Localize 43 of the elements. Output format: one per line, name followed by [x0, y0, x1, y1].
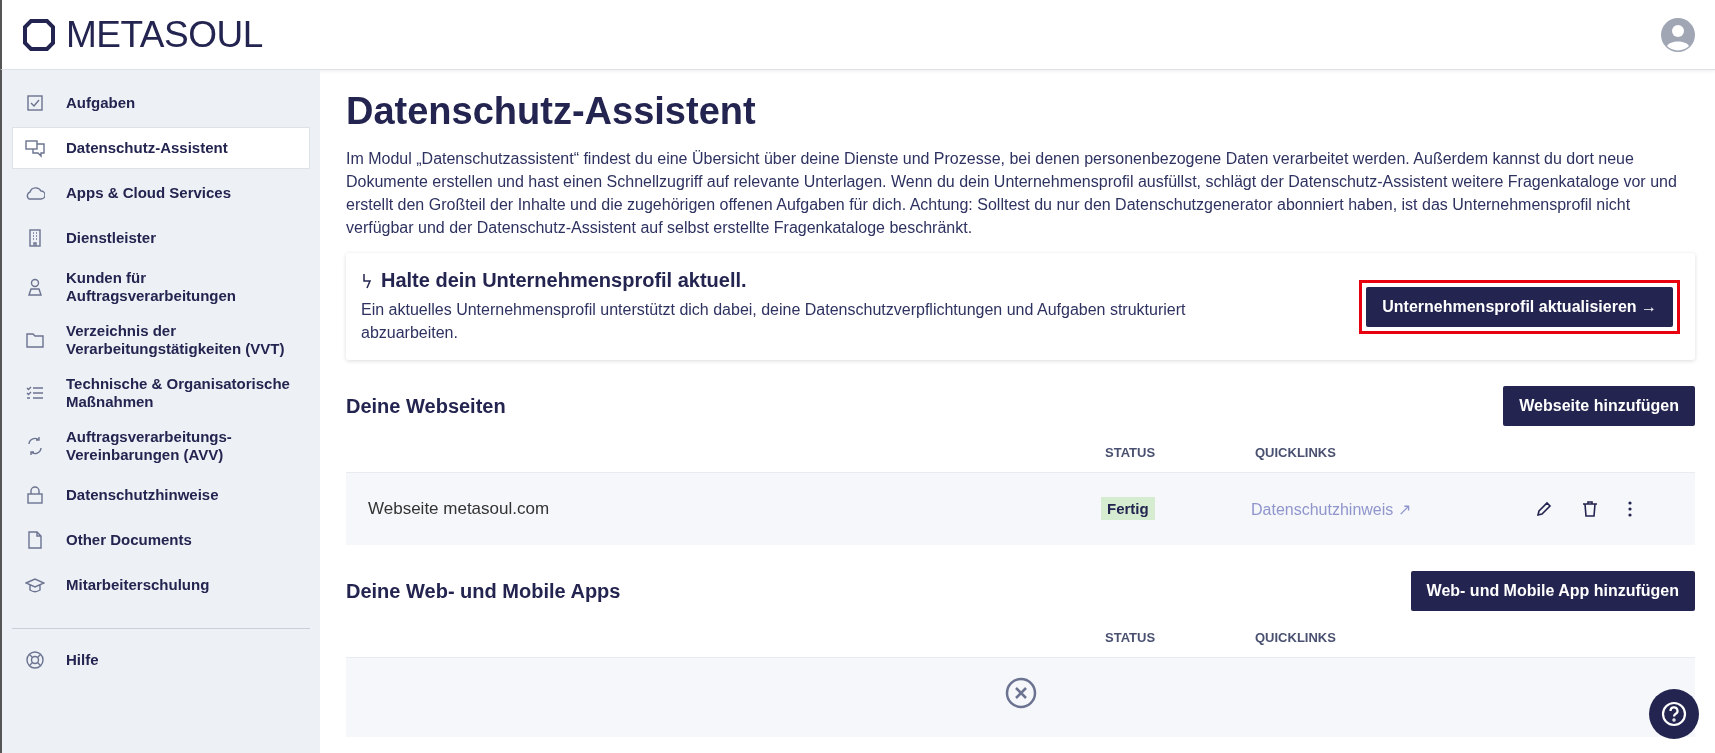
- sidebar-item[interactable]: Apps & Cloud Services: [12, 172, 310, 214]
- sidebar-item[interactable]: Datenschutzhinweise: [12, 474, 310, 516]
- more-icon[interactable]: [1627, 500, 1633, 518]
- delete-icon[interactable]: [1581, 500, 1599, 518]
- page-title: Datenschutz-Assistent: [346, 90, 757, 133]
- sidebar-item[interactable]: Technische & Organisatorische Maßnahmen: [12, 368, 310, 418]
- column-header: QUICKLINKS: [1255, 444, 1337, 460]
- intro-text: Im Modul „Datenschutzassistent“ findest du eine Übersicht über deine Dienste und Prozesse, bei denen personenbezogene Daten verarbeitet werden. Außerdem kannst du dort neue Dokumente erstellen und hast einen Schnellzugriff auf relevante Unterlagen. Wenn du dein Unternehmensprofil ausfüllst, schlägt der Datenschutz-Assistent weitere Fragenkataloge vor und erstellt den Großteil der Inhalte und die zugehörigen offenen Aufgaben für dich. Achtung: Solltest du nur den Datenschutzgenerator abonniert haben, ist das Unternehmensprofil nicht verfügbar und der Datenschutz-Assistent auf selbst erstellte Fragenkataloge beschränkt.: [346, 149, 1678, 238]
- add-button[interactable]: Webseite hinzufügen: [1503, 386, 1695, 426]
- column-header: STATUS: [1105, 629, 1157, 645]
- update-profile-button[interactable]: Unternehmensprofil aktualisieren →: [1366, 286, 1673, 327]
- section-title: Deine Webseiten: [346, 394, 506, 418]
- sidebar-item[interactable]: Verzeichnis der Verarbeitungstätigkeiten (VVT): [12, 315, 310, 365]
- document-icon: [25, 530, 45, 550]
- question-icon: [1661, 701, 1687, 727]
- help-item[interactable]: Hilfe: [12, 639, 310, 681]
- folder-icon: [25, 330, 45, 350]
- person-icon: [25, 277, 45, 297]
- lifebuoy-icon: [25, 650, 45, 670]
- logo-icon: [22, 17, 56, 52]
- notice-title: Halte dein Unternehmensprofil aktuell.: [381, 269, 747, 292]
- lock-icon: [25, 485, 45, 505]
- close-circle-icon: [1003, 676, 1038, 710]
- sidebar-item[interactable]: Other Documents: [12, 519, 310, 561]
- sidebar-item[interactable]: Datenschutz-Assistent: [12, 127, 310, 169]
- column-header: QUICKLINKS: [1255, 629, 1337, 645]
- graduation-cap-icon: [25, 575, 45, 595]
- sidebar-item[interactable]: Kunden für Auftragsverarbeitungen: [12, 262, 310, 312]
- status-tag: Fertig: [1101, 497, 1155, 520]
- table-cell-text: Webseite metasoul.com: [368, 499, 551, 519]
- sidebar-item[interactable]: Dienstleister: [12, 217, 310, 259]
- logo-text: METASOUL: [66, 13, 263, 56]
- sidebar-item[interactable]: Mitarbeiterschulung: [12, 564, 310, 606]
- sidebar-item[interactable]: Auftragsverarbeitungs-Vereinbarungen (AVV): [12, 421, 310, 471]
- chat-icon: [25, 138, 45, 158]
- section-title: Deine Web- und Mobile Apps: [346, 579, 621, 603]
- cycle-icon: [25, 436, 45, 456]
- edit-icon[interactable]: [1535, 500, 1553, 518]
- add-button[interactable]: Web- und Mobile App hinzufügen: [1410, 571, 1695, 611]
- sidebar-item[interactable]: Aufgaben: [12, 82, 310, 124]
- column-header: STATUS: [1105, 444, 1157, 460]
- checkbox-icon: [25, 93, 45, 113]
- notice-text: Ein aktuelles Unternehmensprofil unterstützt dich dabei, deine Datenschutzverpflichtungen und Aufgaben strukturiert abzuarbeiten.: [361, 300, 1187, 343]
